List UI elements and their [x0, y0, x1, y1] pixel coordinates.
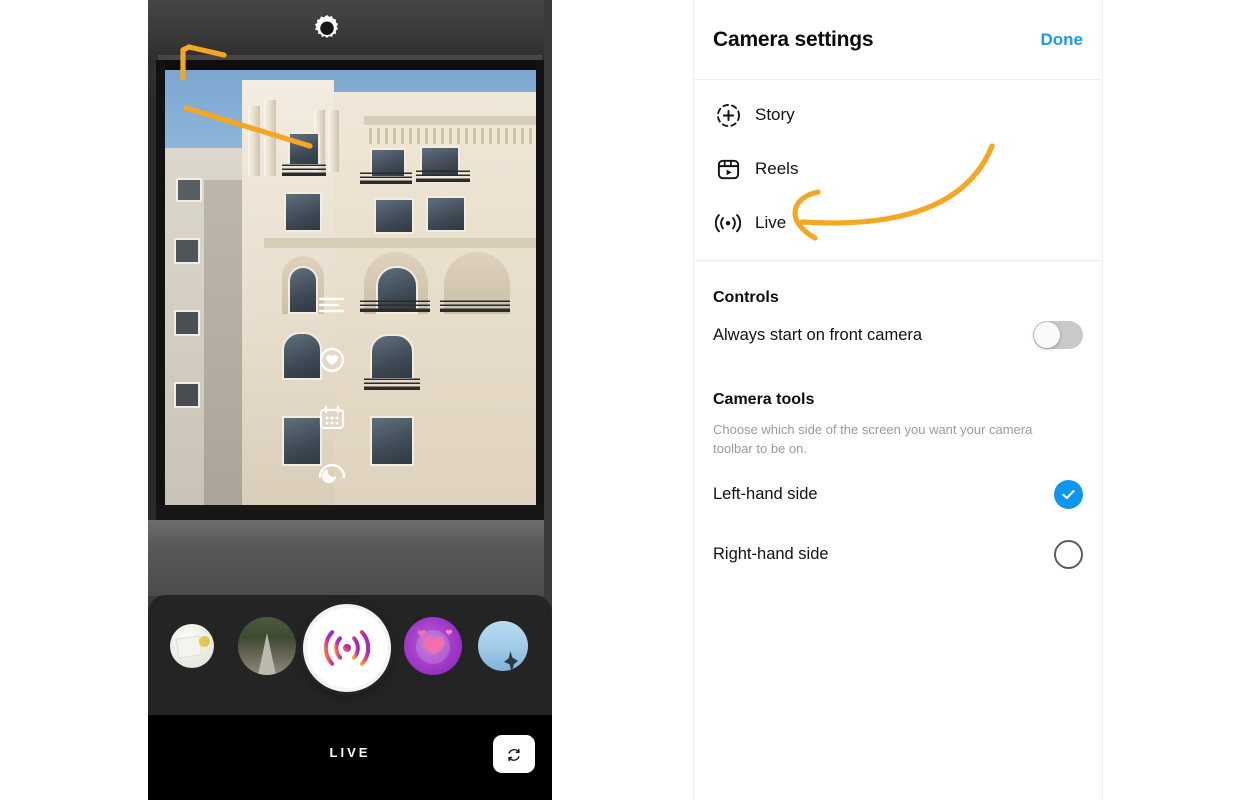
building-window	[284, 192, 322, 232]
page-title: Camera settings	[713, 27, 874, 51]
building-window	[176, 178, 202, 202]
right-hand-side-option[interactable]: Right-hand side	[694, 525, 1102, 585]
camera-tools-heading: Camera tools	[713, 391, 815, 408]
balcony-railing	[360, 170, 412, 184]
balcony-railing	[360, 298, 430, 312]
calendar-icon[interactable]	[317, 403, 347, 433]
checkmark-icon[interactable]	[1054, 480, 1083, 510]
building-window	[426, 196, 466, 232]
live-capture-button[interactable]	[303, 604, 391, 692]
effects-carousel-tray	[148, 595, 552, 717]
screenshot-root: LIVE Camera settings Done Story Reels Li…	[0, 0, 1260, 800]
building-window	[370, 416, 414, 466]
live-broadcast-gradient-icon	[323, 630, 371, 666]
live-mode-row[interactable]: Live	[694, 196, 1102, 250]
capture-mode-list: Story Reels Live	[694, 80, 1102, 261]
cornice-dentils	[364, 128, 536, 144]
settings-header: Camera settings Done	[694, 0, 1102, 80]
balcony-railing	[416, 168, 470, 182]
live-broadcast-icon	[713, 208, 743, 238]
window-frame-right	[536, 60, 544, 522]
balcony-railing	[440, 298, 510, 312]
right-hand-side-label: Right-hand side	[713, 545, 829, 564]
balcony-railing	[282, 162, 326, 176]
building-window	[174, 238, 200, 264]
room-right-wall	[544, 0, 552, 600]
reels-mode-row[interactable]: Reels	[694, 142, 1102, 196]
reels-clapper-icon	[713, 154, 743, 184]
building-window	[374, 198, 414, 234]
window-sill	[148, 520, 552, 600]
settings-gear-icon[interactable]	[312, 13, 342, 44]
cornice	[364, 116, 536, 125]
camera-tools-description: Choose which side of the screen you want…	[713, 422, 1033, 456]
story-plus-icon	[713, 100, 743, 130]
building-window	[282, 332, 322, 380]
left-hand-side-label: Left-hand side	[713, 485, 818, 504]
building-window	[288, 132, 320, 166]
pillar	[248, 106, 260, 176]
story-mode-label: Story	[755, 105, 795, 124]
effects-carousel	[148, 595, 552, 717]
front-camera-label: Always start on front camera	[713, 325, 923, 344]
camera-settings-panel: Camera settings Done Story Reels Live Co…	[693, 0, 1103, 800]
story-mode-row[interactable]: Story	[694, 88, 1102, 142]
balcony-railing	[364, 376, 420, 390]
done-button[interactable]: Done	[1041, 30, 1084, 50]
camera-flip-icon[interactable]	[493, 735, 535, 773]
building-window	[288, 266, 318, 314]
pillar	[264, 100, 276, 176]
effect-thumb-hearts[interactable]	[404, 617, 462, 675]
front-camera-toggle[interactable]	[1033, 321, 1083, 349]
building-window	[282, 416, 322, 466]
effect-thumb-desk[interactable]	[170, 624, 214, 668]
favorites-heart-icon[interactable]	[317, 347, 347, 377]
camera-footer: LIVE	[148, 715, 552, 800]
camera-top-bar	[148, 0, 552, 58]
moon-timer-icon[interactable]	[317, 459, 347, 489]
effect-thumb-sky[interactable]	[478, 621, 528, 671]
front-camera-row[interactable]: Always start on front camera	[694, 307, 1102, 363]
camera-mode-label: LIVE	[329, 745, 371, 760]
building-window	[370, 334, 414, 380]
effects-lines-icon[interactable]	[317, 291, 347, 321]
reels-mode-label: Reels	[755, 159, 799, 178]
building-window	[174, 382, 200, 408]
controls-heading: Controls	[713, 289, 779, 306]
phone-camera-screen: LIVE	[148, 0, 552, 800]
pillar	[328, 110, 339, 172]
window-view	[164, 70, 536, 514]
building-window	[174, 310, 200, 336]
live-mode-label: Live	[755, 213, 787, 232]
left-hand-side-option[interactable]: Left-hand side	[694, 465, 1102, 525]
cornice	[264, 238, 536, 248]
effect-thumb-forest[interactable]	[238, 617, 296, 675]
window-frame-left	[156, 60, 165, 522]
radio-unselected-icon[interactable]	[1054, 540, 1083, 570]
toggle-knob	[1034, 322, 1060, 348]
